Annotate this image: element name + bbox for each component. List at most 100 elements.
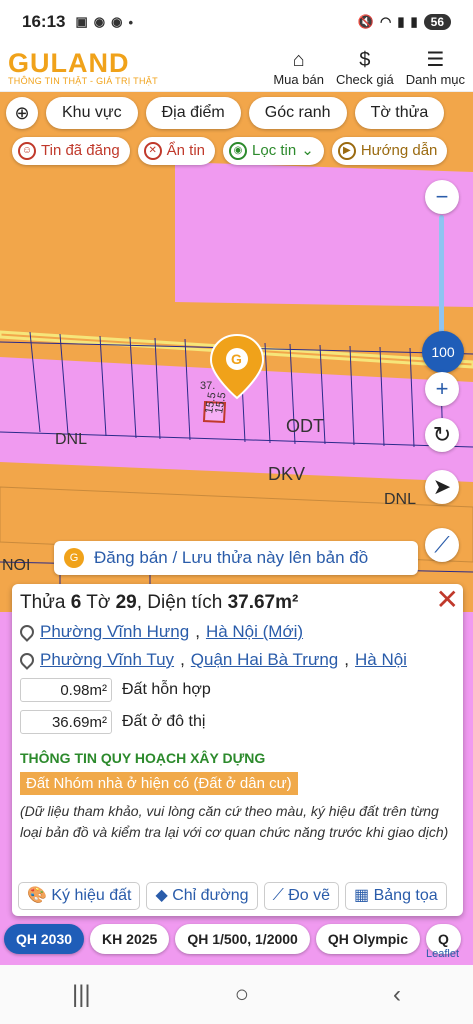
svg-text:G: G [231, 351, 242, 367]
chip-label: Hướng dẫn [360, 142, 438, 159]
post-parcel-button[interactable]: G Đăng bán / Lưu thửa này lên bản đồ [54, 541, 418, 575]
coordinate-table-button[interactable]: ▦ Bảng tọa [345, 882, 447, 910]
battery-icon: 56 [423, 14, 451, 30]
guland-logo[interactable]: GULAND THÔNG TIN THẬT - GIÁ TRỊ THẬT [8, 47, 158, 86]
area-label: Đất ở đô thị [122, 713, 206, 730]
brand-name: GULAND [8, 47, 130, 78]
tab-qh-olympic[interactable]: QH Olympic [315, 924, 420, 954]
address-old: Phường Vĩnh Tuy, Quận Hai Bà Trưng, Hà N… [17, 650, 455, 670]
zoom-slider-track[interactable] [439, 215, 444, 335]
zoom-in-button[interactable]: + [425, 372, 459, 406]
system-nav-bar: ||| ○ ‹ [0, 965, 473, 1024]
refresh-button[interactable]: ↻ [425, 418, 459, 452]
plus-icon: + [435, 376, 449, 401]
nav-check-gia[interactable]: $ Check giá [336, 48, 394, 87]
directions-icon: ◆ [155, 887, 168, 904]
zoom-slider-handle[interactable]: 100 [422, 331, 464, 373]
map-label-dnl-right: DNL [384, 491, 416, 508]
table-icon: ▦ [354, 887, 370, 904]
chip-label: Ẩn tin [166, 142, 206, 159]
nav-label: Danh mục [405, 72, 465, 87]
map-filter-chips: ⊕ Khu vực Địa điểm Góc ranh Tờ thửa [6, 97, 445, 129]
district-link[interactable]: Quận Hai Bà Trưng [191, 650, 338, 670]
planning-section-title: THÔNG TIN QUY HOẠCH XÂY DỰNG [20, 750, 266, 766]
chevron-down-icon: ⌄ [301, 142, 314, 159]
measure-button[interactable]: ⟋ [425, 528, 459, 562]
building-icon: ⌂ [292, 49, 305, 71]
chip-khu-vuc[interactable]: Khu vực [46, 97, 138, 129]
panel-actions: 🎨 Ký hiệu đất ◆ Chỉ đường ⟋ Đo vẽ ▦ Bảng… [18, 882, 447, 910]
chip-huong-dan[interactable]: ▶ Hướng dẫn [331, 137, 448, 165]
chip-label: Tin đã đăng [41, 142, 120, 159]
map-dim-1: 37. [200, 380, 215, 392]
guland-pin-icon: G [64, 548, 84, 568]
messenger-icon-2: ◉ [111, 14, 123, 29]
button-label: Đo vẽ [288, 887, 331, 904]
area-breakdown-row: 0.98m² Đất hỗn hợp [20, 678, 455, 702]
area-prefix: , Diện tích [136, 592, 228, 613]
sheet-prefix: Tờ [81, 592, 116, 613]
map-label-odt: ODT [286, 416, 324, 436]
mute-icon: 🔇 [357, 14, 374, 29]
play-circle-icon: ▶ [337, 142, 356, 160]
button-label: Bảng tọa [373, 887, 438, 904]
tab-kh-2025[interactable]: KH 2025 [90, 924, 170, 954]
leaflet-attribution[interactable]: Leaflet [426, 948, 459, 960]
measure-icon: ⟋ [272, 887, 284, 904]
locate-button[interactable]: ⊕ [6, 97, 38, 129]
chip-goc-ranh[interactable]: Góc ranh [248, 97, 347, 129]
tab-qh-2030[interactable]: QH 2030 [4, 924, 85, 954]
button-label: Ký hiệu đất [51, 887, 132, 904]
chip-label: Lọc tin [252, 142, 297, 159]
map-option-chips: ☺ Tin đã đăng ✕ Ẩn tin ◉ Lọc tin ⌄ ▶ Hướ… [12, 137, 448, 165]
city-link[interactable]: Hà Nội [355, 650, 407, 670]
parcel-info-panel: ✕ Thửa 6 Tờ 29, Diện tích 37.67m² Phường… [12, 584, 463, 916]
nav-label: Check giá [335, 72, 394, 87]
dollar-icon: $ [359, 49, 371, 71]
chip-loc-tin[interactable]: ◉ Lọc tin ⌄ [223, 137, 324, 165]
nav-danh-muc[interactable]: ☰ Danh mục [406, 48, 465, 87]
home-icon[interactable]: ○ [235, 981, 250, 1009]
wifi-icon: ◠ [379, 14, 392, 29]
map-label-noi: NOI [2, 557, 30, 574]
chip-tin-da-dang[interactable]: ☺ Tin đã đăng [12, 137, 130, 165]
crosshair-icon: ⊕ [14, 102, 30, 123]
close-icon[interactable]: ✕ [436, 586, 459, 614]
ward-link[interactable]: Phường Vĩnh Hưng [40, 622, 189, 642]
measure-draw-button[interactable]: ⟋ Đo vẽ [263, 882, 340, 910]
area-value: 36.69m² [20, 710, 112, 734]
recent-apps-icon[interactable]: ||| [72, 981, 91, 1009]
navigate-button[interactable]: ➤ [425, 470, 459, 504]
brand-slogan: THÔNG TIN THẬT - GIÁ TRỊ THẬT [8, 75, 158, 86]
nav-label: Mua bán [273, 72, 324, 87]
menu-icon: ☰ [426, 49, 445, 71]
navigation-arrow-icon: ➤ [432, 474, 452, 499]
button-label: Chỉ đường [172, 887, 249, 904]
directions-button[interactable]: ◆ Chỉ đường [146, 882, 258, 910]
city-link[interactable]: Hà Nội (Mới) [206, 622, 303, 642]
status-notification-icons: ▣ ◉ ◉ • [75, 14, 133, 30]
parcel-number: 6 [70, 592, 82, 613]
parcel-area: 37.67m² [227, 592, 299, 613]
header-nav: ⌂ Mua bán $ Check giá ☰ Danh mục [273, 48, 465, 87]
refresh-icon: ↻ [432, 422, 452, 447]
back-icon[interactable]: ‹ [393, 981, 401, 1009]
ward-link[interactable]: Phường Vĩnh Tuy [40, 650, 174, 670]
status-time: 16:13 [22, 12, 66, 31]
land-type-badge: Đất Nhóm nhà ở hiện có (Đất ở dân cư) [20, 772, 298, 795]
dot-icon: • [128, 14, 134, 30]
land-symbol-button[interactable]: 🎨 Ký hiệu đất [18, 882, 141, 910]
signal-icon-2: ▮ [410, 14, 418, 29]
nav-mua-ban[interactable]: ⌂ Mua bán [273, 48, 324, 87]
tab-qh-1-500[interactable]: QH 1/500, 1/2000 [175, 924, 310, 954]
location-pin-icon [17, 622, 37, 642]
map-pink-block-top [175, 162, 473, 307]
signal-icon: ▮ [397, 14, 405, 29]
messenger-icon: ◉ [93, 14, 106, 29]
disclaimer-note: (Dữ liệu tham khảo, vui lòng căn cứ theo… [20, 803, 449, 840]
chip-dia-diem[interactable]: Địa điểm [145, 97, 241, 129]
location-filter-icon: ◉ [229, 142, 248, 160]
chip-an-tin[interactable]: ✕ Ẩn tin [137, 137, 216, 165]
chip-to-thua[interactable]: Tờ thửa [354, 97, 445, 129]
zoom-out-button[interactable]: − [425, 180, 459, 214]
